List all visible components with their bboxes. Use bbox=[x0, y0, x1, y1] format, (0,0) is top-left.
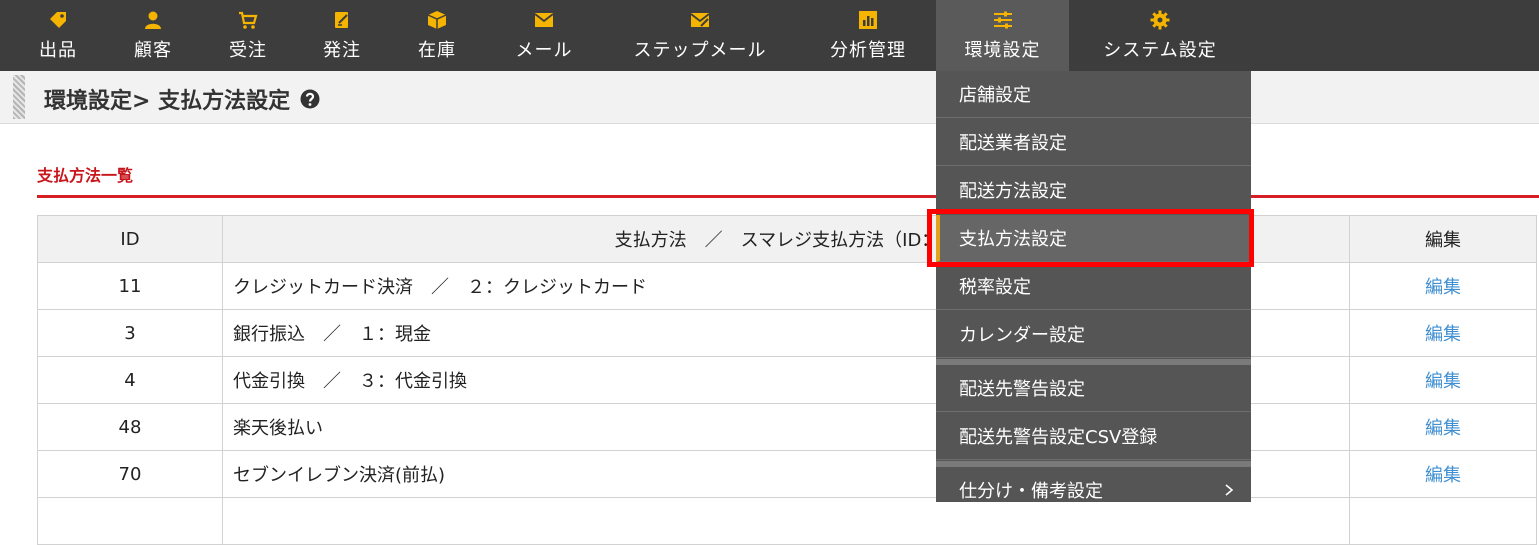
edit-link[interactable]: 編集 bbox=[1425, 371, 1461, 392]
table-row: 3 銀行振込 ／ １：現金 編集 bbox=[37, 309, 1537, 357]
nav-item-analytics[interactable]: 分析管理 bbox=[818, 0, 918, 71]
menu-item-address-warning-csv-import[interactable]: 配送先警告設定CSV登録 bbox=[936, 413, 1251, 460]
nav-label: 環境設定 bbox=[964, 40, 1041, 61]
section-title: 支払方法一覧 bbox=[37, 166, 134, 185]
cell-id: 11 bbox=[37, 262, 223, 310]
menu-item-label: 支払方法設定 bbox=[959, 229, 1067, 250]
payment-methods-table: ID 支払方法 ／ スマレジ支払方法（ID：支 編集 11 クレジットカード決済… bbox=[37, 215, 1537, 545]
user-icon bbox=[145, 11, 161, 29]
edit-link[interactable]: 編集 bbox=[1425, 465, 1461, 486]
menu-item-tax-rate-settings[interactable]: 税率設定 bbox=[936, 263, 1251, 310]
edit-cell: 編集 bbox=[1349, 450, 1537, 498]
nav-item-orders[interactable]: 受注 bbox=[218, 0, 278, 71]
nav-label: メール bbox=[515, 40, 573, 61]
header-stripe bbox=[13, 75, 25, 119]
envelope-send-icon bbox=[690, 13, 710, 27]
nav-item-purchase-orders[interactable]: 発注 bbox=[312, 0, 372, 71]
nav-label: 顧客 bbox=[134, 40, 172, 61]
menu-item-address-warning-settings[interactable]: 配送先警告設定 bbox=[936, 365, 1251, 412]
nav-item-mail[interactable]: メール bbox=[502, 0, 586, 71]
edit-link[interactable]: 編集 bbox=[1425, 277, 1461, 298]
nav-label: 出品 bbox=[39, 40, 77, 61]
nav-label: 発注 bbox=[323, 40, 361, 61]
bar-chart-icon bbox=[859, 11, 877, 29]
nav-item-environment-settings[interactable]: 環境設定 bbox=[936, 0, 1069, 71]
table-row bbox=[37, 497, 1537, 545]
nav-item-system-settings[interactable]: システム設定 bbox=[1090, 0, 1230, 71]
chevron-right-icon bbox=[1225, 484, 1234, 496]
edit-cell: 編集 bbox=[1349, 403, 1537, 451]
envelope-icon bbox=[534, 13, 554, 27]
cell-id: 48 bbox=[37, 403, 223, 451]
menu-item-shipping-method-settings[interactable]: 配送方法設定 bbox=[936, 167, 1251, 214]
gear-icon bbox=[1150, 10, 1170, 30]
page-title: 環境設定> 支払方法設定 bbox=[44, 83, 320, 115]
menu-item-label: 店舗設定 bbox=[959, 85, 1031, 106]
column-header-edit: 編集 bbox=[1349, 215, 1537, 263]
nav-item-customers[interactable]: 顧客 bbox=[123, 0, 183, 71]
top-navigation: 出品 顧客 受注 発注 在庫 メール ステップメール 分析管理 環境設定 システ… bbox=[0, 0, 1539, 71]
menu-item-label: 配送先警告設定 bbox=[959, 379, 1085, 400]
menu-item-payment-method-settings[interactable]: 支払方法設定 bbox=[936, 215, 1251, 262]
nav-label: 在庫 bbox=[418, 40, 456, 61]
environment-settings-dropdown: 店舗設定 配送業者設定 配送方法設定 支払方法設定 税率設定 カレンダー設定 配… bbox=[936, 71, 1251, 502]
table-row: 4 代金引換 ／ ３：代金引換 編集 bbox=[37, 356, 1537, 404]
cell-id: 3 bbox=[37, 309, 223, 357]
menu-item-label: 税率設定 bbox=[959, 277, 1031, 298]
nav-item-listing[interactable]: 出品 bbox=[28, 0, 88, 71]
nav-item-step-mail[interactable]: ステップメール bbox=[620, 0, 780, 71]
menu-item-label: 配送業者設定 bbox=[959, 133, 1067, 154]
menu-item-store-settings[interactable]: 店舗設定 bbox=[936, 71, 1251, 118]
tag-icon bbox=[50, 12, 66, 28]
nav-item-inventory[interactable]: 在庫 bbox=[407, 0, 467, 71]
box-icon bbox=[427, 11, 447, 29]
page-header: 環境設定> 支払方法設定 bbox=[0, 71, 1539, 124]
menu-item-carrier-settings[interactable]: 配送業者設定 bbox=[936, 119, 1251, 166]
menu-item-label: 仕分け・備考設定 bbox=[959, 481, 1103, 502]
order-form-icon bbox=[335, 12, 348, 28]
menu-item-sorting-notes-settings[interactable]: 仕分け・備考設定 bbox=[936, 467, 1251, 502]
edit-cell bbox=[1349, 497, 1537, 545]
table-row: 70 セブンイレブン決済(前払) 編集 bbox=[37, 450, 1537, 498]
edit-link[interactable]: 編集 bbox=[1425, 418, 1461, 439]
table-header-row: ID 支払方法 ／ スマレジ支払方法（ID：支 編集 bbox=[37, 215, 1537, 263]
table-row: 11 クレジットカード決済 ／ ２：クレジットカード 編集 bbox=[37, 262, 1537, 310]
cart-icon bbox=[239, 11, 258, 29]
nav-label: 分析管理 bbox=[830, 40, 906, 61]
cell-id: 70 bbox=[37, 450, 223, 498]
menu-item-label: カレンダー設定 bbox=[959, 325, 1085, 346]
edit-cell: 編集 bbox=[1349, 309, 1537, 357]
column-header-id: ID bbox=[37, 215, 223, 263]
table-row: 48 楽天後払い 編集 bbox=[37, 403, 1537, 451]
nav-label: システム設定 bbox=[1103, 40, 1217, 61]
menu-item-label: 配送方法設定 bbox=[959, 181, 1067, 202]
cell-id: 4 bbox=[37, 356, 223, 404]
cell-payment-method bbox=[222, 497, 1350, 545]
edit-cell: 編集 bbox=[1349, 356, 1537, 404]
nav-label: ステップメール bbox=[633, 40, 767, 61]
menu-item-label: 配送先警告設定CSV登録 bbox=[959, 427, 1158, 448]
breadcrumb: 環境設定> 支払方法設定 bbox=[44, 89, 291, 114]
nav-label: 受注 bbox=[229, 40, 267, 61]
edit-link[interactable]: 編集 bbox=[1425, 324, 1461, 345]
section-divider bbox=[37, 195, 1539, 198]
edit-cell: 編集 bbox=[1349, 262, 1537, 310]
menu-item-calendar-settings[interactable]: カレンダー設定 bbox=[936, 311, 1251, 358]
cell-id bbox=[37, 497, 223, 545]
help-icon[interactable] bbox=[300, 89, 320, 109]
sliders-icon bbox=[993, 11, 1012, 29]
